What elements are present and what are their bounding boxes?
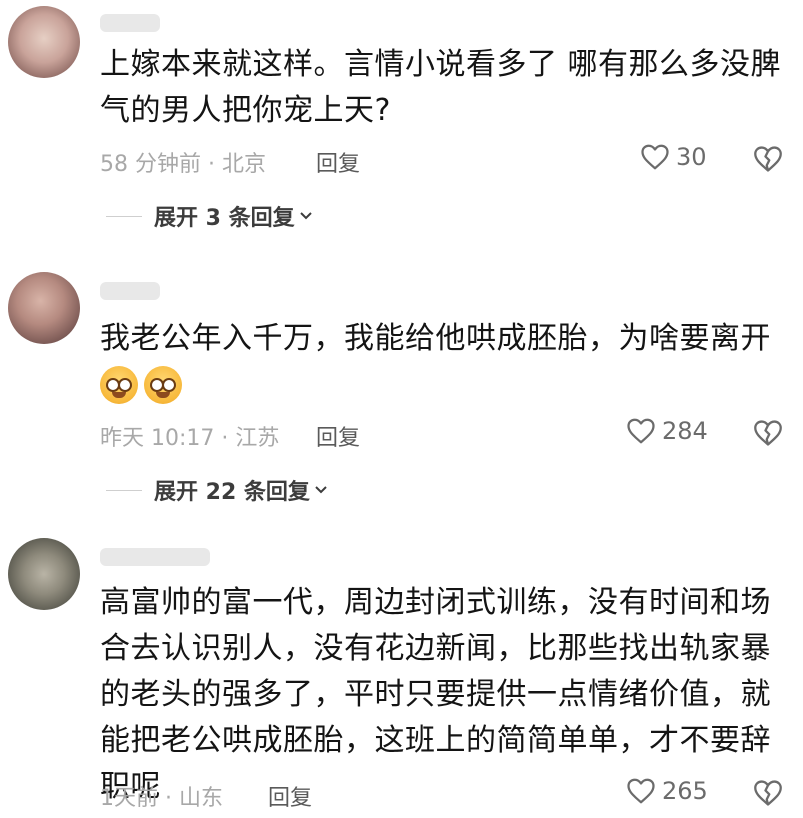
dislike-button[interactable]	[752, 779, 784, 811]
username-blurred[interactable]	[100, 14, 160, 32]
avatar[interactable]	[8, 272, 80, 344]
dislike-button[interactable]	[752, 145, 784, 177]
broken-heart-icon	[754, 780, 782, 806]
reply-button[interactable]: 回复	[316, 420, 360, 452]
expand-replies-button[interactable]: 展开 3 条回复	[106, 200, 313, 232]
username-blurred[interactable]	[100, 282, 160, 300]
heart-icon	[641, 144, 669, 170]
chevron-down-icon	[315, 486, 327, 494]
comment-time-location: 昨天 10:17 · 江苏	[100, 426, 280, 451]
like-button[interactable]: 265	[626, 777, 708, 805]
emoji-row	[100, 366, 182, 404]
reply-button[interactable]: 回复	[268, 780, 312, 812]
dislike-button[interactable]	[752, 419, 784, 451]
like-button[interactable]: 30	[640, 143, 707, 171]
divider-line	[106, 215, 142, 217]
like-button[interactable]: 284	[626, 417, 708, 445]
username-blurred[interactable]	[100, 548, 210, 566]
comment-text: 高富帅的富一代，周边封闭式训练，没有时间和场合去认识别人，没有花边新闻，比那些找…	[100, 585, 771, 804]
avatar[interactable]	[8, 6, 80, 78]
comment-text: 我老公年入千万，我能给他哄成胚胎，为啥要离开	[100, 321, 771, 356]
chevron-down-icon	[299, 212, 312, 220]
divider-line	[106, 489, 142, 491]
like-count: 265	[662, 777, 708, 805]
emoji-icon	[100, 366, 138, 404]
like-count: 30	[676, 143, 707, 171]
avatar[interactable]	[8, 538, 80, 610]
expand-replies-button[interactable]: 展开 22 条回复	[106, 474, 328, 506]
heart-icon	[627, 778, 655, 804]
expand-replies-label: 展开 3 条回复	[154, 206, 295, 231]
reply-button[interactable]: 回复	[316, 146, 360, 178]
emoji-icon	[144, 366, 182, 404]
comment-time-location: 58 分钟前 · 北京	[100, 152, 266, 177]
heart-icon	[627, 418, 655, 444]
expand-replies-label: 展开 22 条回复	[154, 480, 310, 505]
like-count: 284	[662, 417, 708, 445]
broken-heart-icon	[754, 420, 782, 446]
broken-heart-icon	[754, 146, 782, 172]
comment-text: 上嫁本来就这样。言情小说看多了 哪有那么多没脾气的男人把你宠上天?	[100, 47, 782, 128]
comment-time-location: 1天前 · 山东	[100, 786, 223, 811]
